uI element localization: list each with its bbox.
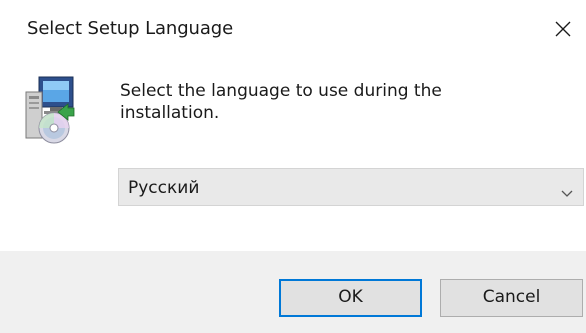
- ok-button[interactable]: OK: [279, 279, 422, 317]
- setup-computer-cd-icon: [22, 74, 78, 146]
- close-icon: [555, 21, 571, 37]
- title-bar: Select Setup Language: [0, 0, 586, 58]
- button-bar: OK Cancel: [0, 251, 586, 333]
- language-dropdown[interactable]: Русский: [118, 168, 584, 206]
- dialog-title: Select Setup Language: [27, 18, 234, 39]
- setup-language-dialog: Select Setup Language Select the languag…: [0, 0, 586, 333]
- selected-language: Русский: [128, 178, 200, 198]
- close-button[interactable]: [540, 0, 586, 58]
- cancel-button[interactable]: Cancel: [440, 279, 583, 317]
- chevron-down-icon: [561, 183, 573, 202]
- instruction-text: Select the language to use during the in…: [120, 81, 442, 123]
